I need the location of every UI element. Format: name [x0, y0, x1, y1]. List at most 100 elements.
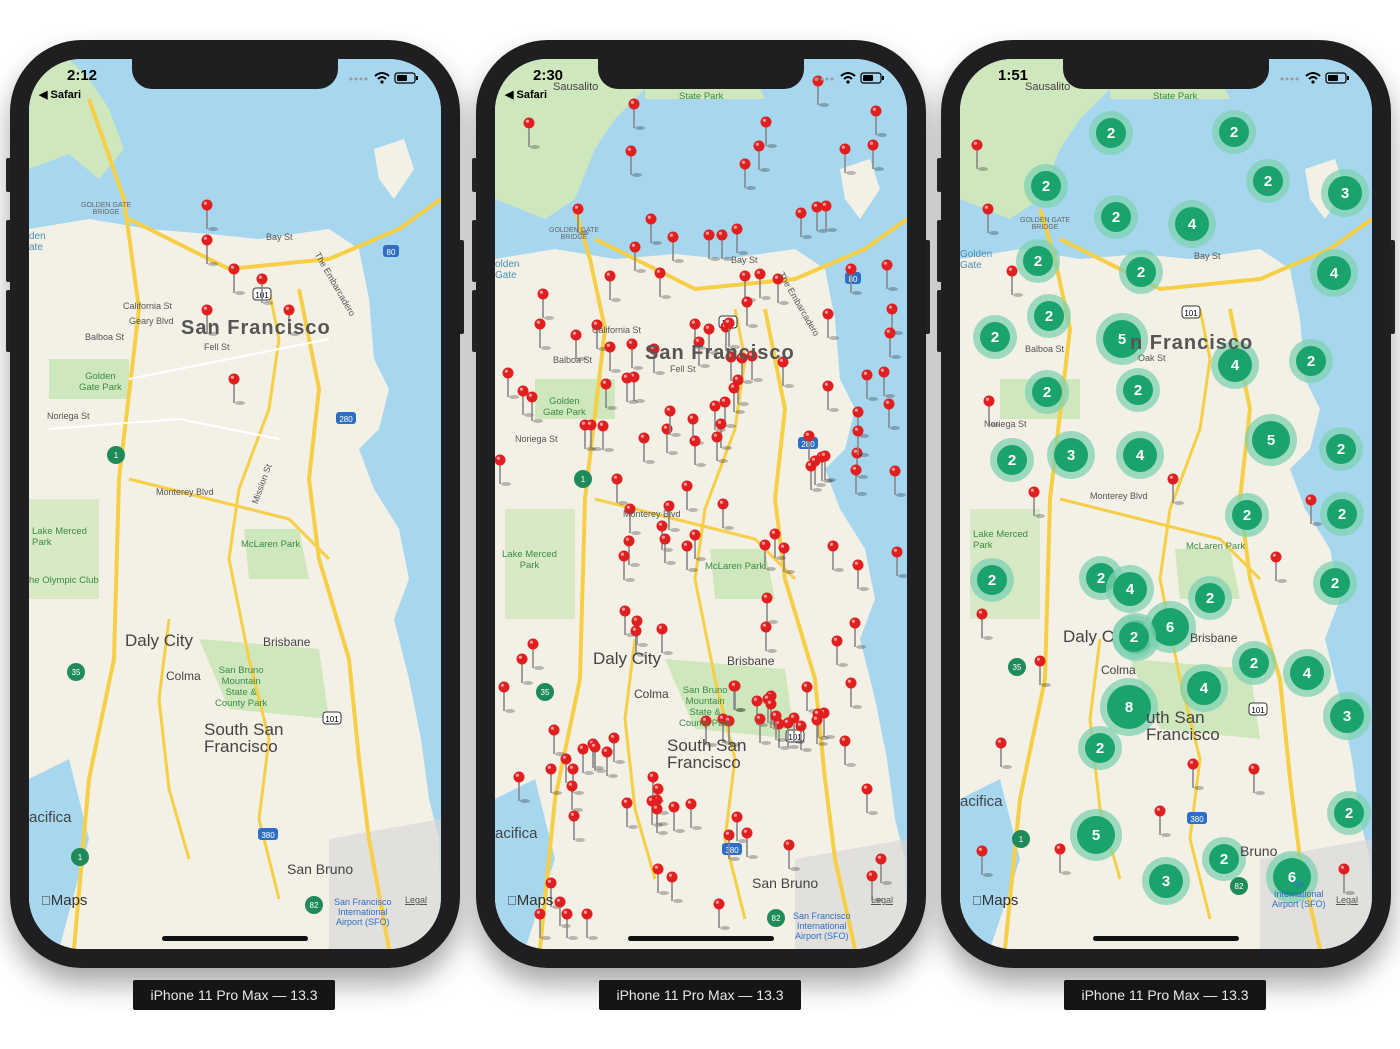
route-badge-1: 1 [574, 470, 592, 488]
san-bruno-mountain-label: San Bruno Mountain State & County Park [679, 685, 732, 729]
map-screen[interactable]: 101 101 35 380 82 1 22223242242254222234… [960, 59, 1372, 949]
apple-logo-icon:  [41, 893, 51, 908]
bay-st-label: Bay St [1194, 251, 1221, 261]
legal-link[interactable]: Legal [1336, 895, 1358, 905]
map-cluster-marker[interactable]: 2 [1016, 239, 1060, 283]
map-screen[interactable]: 101 80 280 1 35 380 82 101 San Francisco… [495, 59, 907, 949]
map-cluster-marker[interactable]: 3 [1047, 431, 1095, 479]
legal-link[interactable]: Legal [871, 895, 893, 905]
legal-link[interactable]: Legal [405, 895, 427, 905]
map-cluster-marker[interactable]: 2 [1094, 195, 1138, 239]
map-cluster-marker[interactable]: 5 [1070, 809, 1122, 861]
map-cluster-marker[interactable]: 2 [1025, 370, 1069, 414]
map-cluster-marker[interactable]: 2 [1289, 339, 1333, 383]
state-park-label: State Park [679, 91, 724, 102]
back-to-safari-link[interactable]: ◀ Safari [505, 88, 547, 101]
cluster-count: 2 [1206, 590, 1214, 607]
cluster-count: 2 [1107, 125, 1115, 142]
signal-dots-icon [349, 77, 368, 81]
olympic-club-label: he Olympic Club [29, 575, 99, 586]
cluster-count: 4 [1136, 447, 1145, 464]
map-cluster-marker[interactable]: 2 [1327, 791, 1371, 835]
battery-icon [860, 72, 884, 84]
map-screen[interactable]: 101 80 280 1 35 380 82 101 1 San Francis… [29, 59, 441, 949]
brisbane-label: Brisbane [727, 654, 775, 668]
cluster-count: 3 [1162, 873, 1170, 890]
map-cluster-marker[interactable]: 4 [1283, 649, 1331, 697]
map-cluster-marker[interactable]: 2 [1225, 493, 1269, 537]
map-cluster-marker[interactable]: 4 [1106, 565, 1154, 613]
mclaren-park-label: McLaren Park [705, 561, 765, 572]
cluster-count: 3 [1341, 185, 1349, 202]
map-canvas[interactable]: 101 80 280 1 35 380 82 101 1 [29, 59, 441, 949]
map-cluster-marker[interactable]: 2 [973, 315, 1017, 359]
map-cluster-marker[interactable]: 2 [990, 438, 1034, 482]
map-cluster-marker[interactable]: 3 [1142, 857, 1190, 905]
colma-label: Colma [166, 669, 201, 683]
map-cluster-marker[interactable]: 4 [1310, 249, 1358, 297]
cluster-count: 2 [1034, 253, 1042, 270]
map-cluster-marker[interactable]: 4 [1116, 431, 1164, 479]
south-sf-label: South San Francisco [204, 720, 284, 756]
route-badge-82: 82 [767, 909, 785, 927]
route-badge-35: 35 [1008, 658, 1026, 676]
map-canvas[interactable]: 101 80 280 1 35 380 82 101 [495, 59, 907, 949]
map-cluster-marker[interactable]: 5 [1245, 414, 1297, 466]
map-cluster-marker[interactable]: 2 [1024, 164, 1068, 208]
noriega-st-label: Noriega St [984, 419, 1027, 429]
battery-icon [394, 72, 418, 84]
route-badge-280: 280 [336, 412, 356, 424]
map-cluster-marker[interactable]: 3 [1323, 692, 1371, 740]
cluster-count: 2 [1220, 851, 1228, 868]
svg-text:1: 1 [114, 451, 119, 460]
map-cluster-marker[interactable]: 2 [1027, 294, 1071, 338]
california-st-label: California St [123, 301, 173, 311]
map-cluster-marker[interactable]: 2 [1232, 641, 1276, 685]
home-indicator[interactable] [162, 936, 308, 941]
svg-text:80: 80 [849, 275, 858, 284]
map-cluster-marker[interactable]: 2 [1112, 615, 1156, 659]
sfo-label: San Francisco International Airport (SFO… [793, 911, 851, 941]
state-park-label: State Park [1153, 91, 1198, 102]
map-cluster-marker[interactable]: 2 [1119, 250, 1163, 294]
map-cluster-marker[interactable]: 2 [1116, 368, 1160, 412]
svg-text:1: 1 [581, 475, 586, 484]
back-to-safari-link[interactable]: ◀ Safari [39, 88, 81, 101]
route-badge-101-south: 101 [1248, 702, 1268, 716]
map-cluster-marker[interactable]: 4 [1168, 200, 1216, 248]
map-canvas[interactable]: 101 101 35 380 82 1 2 22 232 422 422 54 22 22 3 4… [960, 59, 1372, 949]
apple-maps-logo: Maps [972, 892, 1018, 909]
lake-merced-label: Lake Merced Park [973, 529, 1028, 551]
map-cluster-marker[interactable]: 2 [970, 558, 1014, 602]
map-cluster-marker[interactable]: 2 [1188, 576, 1232, 620]
map-cluster-marker[interactable]: 2 [1313, 561, 1357, 605]
monterey-blvd-label: Monterey Blvd [1090, 491, 1148, 501]
lake-merced-label: Lake Merced Park [502, 549, 557, 571]
map-cluster-marker[interactable]: 2 [1078, 726, 1122, 770]
map-cluster-marker[interactable]: 2 [1320, 492, 1364, 536]
cluster-count: 4 [1126, 581, 1135, 598]
map-cluster-marker[interactable]: 2 [1319, 427, 1363, 471]
cluster-count: 8 [1125, 699, 1133, 716]
svg-text:35: 35 [541, 688, 550, 697]
route-badge-1: 1 [1012, 830, 1030, 848]
home-indicator[interactable] [1093, 936, 1239, 941]
home-indicator[interactable] [628, 936, 774, 941]
iphone-device-2: 101 80 280 1 35 380 82 101 San Francisco… [472, 40, 930, 968]
iphone-device-3: 101 101 35 380 82 1 22223242242254222234… [937, 40, 1395, 968]
route-badge-380: 380 [1187, 812, 1207, 824]
status-time: 2:30 [533, 67, 564, 84]
golden-gate-water-label: den ate [29, 231, 46, 253]
battery-icon [1325, 72, 1349, 84]
map-cluster-marker[interactable]: 2 [1212, 110, 1256, 154]
map-cluster-marker[interactable]: 2 [1246, 159, 1290, 203]
oak-st-label: Oak St [1138, 353, 1166, 363]
map-cluster-marker[interactable]: 4 [1180, 664, 1228, 712]
map-cluster-marker[interactable]: 2 [1089, 111, 1133, 155]
city-label: San Francisco [181, 317, 331, 339]
map-cluster-marker[interactable]: 3 [1321, 169, 1369, 217]
route-badge-82: 82 [1230, 877, 1248, 895]
status-icons [815, 71, 885, 90]
golden-gate-bridge-label: GOLDEN GATE BRIDGE [1020, 217, 1071, 231]
svg-text:380: 380 [725, 846, 739, 855]
